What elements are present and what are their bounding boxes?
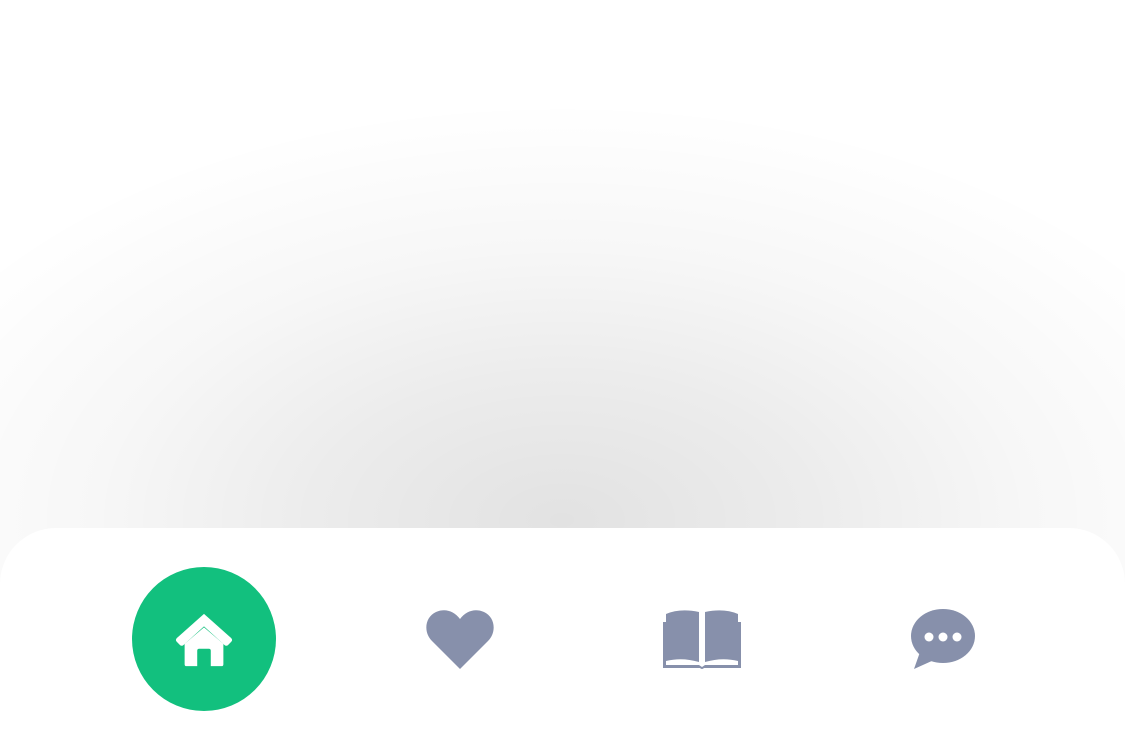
open-book-icon	[663, 610, 741, 669]
bottom-tab-bar	[0, 528, 1125, 750]
home-icon	[175, 613, 233, 667]
tab-home[interactable]	[132, 567, 276, 711]
tab-messages[interactable]	[871, 567, 1015, 711]
chat-bubble-icon	[911, 609, 975, 669]
tab-library[interactable]	[630, 567, 774, 711]
heart-icon	[426, 610, 494, 669]
tab-favorites[interactable]	[388, 567, 532, 711]
app-screen	[0, 0, 1125, 750]
